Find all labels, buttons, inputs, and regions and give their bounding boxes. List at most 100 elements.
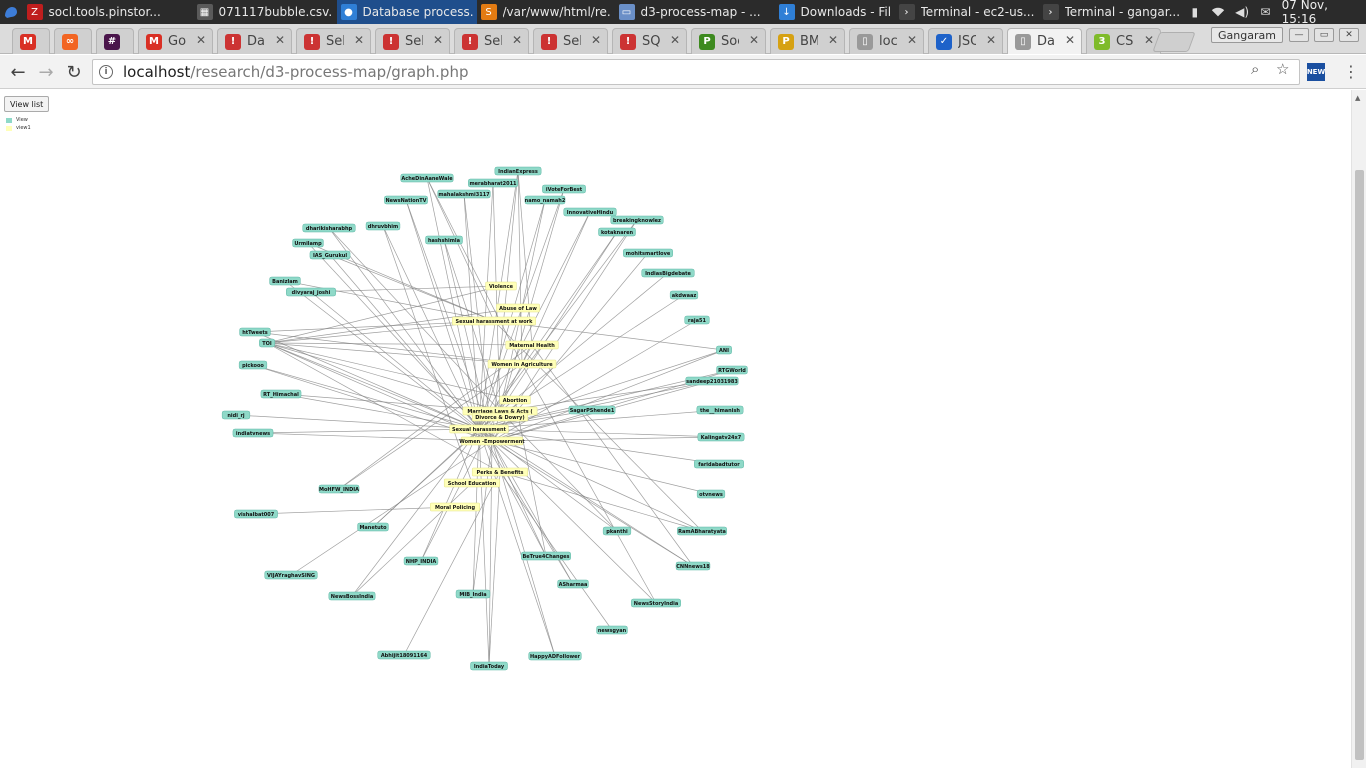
taskbar-task[interactable]: Zsocl.tools.pinstor...: [23, 0, 193, 24]
browser-tab[interactable]: ! Sel ✕: [375, 28, 450, 54]
account-node[interactable]: NewsBossIndia: [328, 591, 376, 601]
account-node[interactable]: MIB_India: [455, 589, 491, 599]
browser-tab[interactable]: ! SQ ✕: [612, 28, 687, 54]
bookmark-star-icon[interactable]: ☆: [1276, 60, 1289, 78]
account-node[interactable]: BeTrue4Changes: [521, 551, 571, 561]
account-node[interactable]: divyaraj_joshi: [286, 287, 336, 297]
account-node[interactable]: AcheDinAaneWale: [400, 173, 454, 183]
account-node[interactable]: iVoteForBest: [542, 184, 586, 194]
account-node[interactable]: Manetuto: [357, 522, 389, 532]
taskbar-task[interactable]: ▦ 071117bubble.csv...: [193, 0, 337, 24]
account-node[interactable]: indiatvnews: [232, 428, 274, 438]
account-node[interactable]: vishalbat007: [234, 509, 278, 519]
maximize-window-button[interactable]: ▭: [1314, 28, 1334, 42]
back-button[interactable]: ←: [8, 62, 28, 83]
close-tab-icon[interactable]: ✕: [275, 33, 285, 47]
account-node[interactable]: sandeep21031983: [685, 376, 739, 386]
topic-node[interactable]: Violence: [485, 281, 517, 291]
account-node[interactable]: RT_Himachal: [260, 389, 302, 399]
app-launcher-icon[interactable]: [0, 0, 23, 24]
mail-icon[interactable]: ✉: [1259, 5, 1272, 19]
account-node[interactable]: HappyADFollower: [528, 651, 582, 661]
account-node[interactable]: akdwaaz: [669, 290, 699, 300]
clock[interactable]: 07 Nov, 15:16: [1282, 0, 1358, 26]
browser-tab[interactable]: ! Da ✕: [217, 28, 292, 54]
browser-tab[interactable]: ∞: [54, 28, 92, 54]
forward-button[interactable]: →: [36, 62, 56, 83]
account-node[interactable]: NewsNationTV: [384, 195, 428, 205]
account-node[interactable]: InnovativeHindu: [563, 207, 617, 217]
account-node[interactable]: VIJAYraghavSING: [264, 570, 318, 580]
account-node[interactable]: mohitsmartlove: [623, 248, 673, 258]
extension-new-icon[interactable]: NEW: [1307, 63, 1325, 81]
close-tab-icon[interactable]: ✕: [433, 33, 443, 47]
account-node[interactable]: dharikisharabhp: [302, 223, 356, 233]
browser-tab[interactable]: ! Sel ✕: [454, 28, 529, 54]
taskbar-task[interactable]: ● Database process...: [336, 0, 477, 24]
account-node[interactable]: IAS_Gurukul: [309, 250, 351, 260]
account-node[interactable]: pkanthi: [602, 526, 632, 536]
account-node[interactable]: NHP_INDIA: [403, 556, 439, 566]
topic-node[interactable]: Sexual harassment at work: [452, 316, 536, 326]
account-node[interactable]: Abhijit18091164: [377, 650, 431, 660]
topic-node[interactable]: Perks & Benefits: [471, 467, 529, 477]
close-tab-icon[interactable]: ✕: [986, 33, 996, 47]
close-tab-icon[interactable]: ✕: [1144, 33, 1154, 47]
account-node[interactable]: raja51: [684, 315, 710, 325]
browser-tab[interactable]: ! Sel ✕: [296, 28, 371, 54]
taskbar-task[interactable]: › Terminal - gangar...: [1039, 0, 1189, 24]
topic-node[interactable]: Abortion: [499, 395, 531, 405]
account-node[interactable]: Kalingatv24x7: [697, 432, 745, 442]
browser-tab[interactable]: ▯ Da ✕: [1007, 28, 1082, 54]
account-node[interactable]: mahalakshmi3117: [437, 189, 491, 199]
close-tab-icon[interactable]: ✕: [591, 33, 601, 47]
battery-icon[interactable]: ▮: [1189, 5, 1202, 19]
browser-tab[interactable]: M: [12, 28, 50, 54]
account-node[interactable]: ASharmaa: [557, 579, 589, 589]
close-tab-icon[interactable]: ✕: [354, 33, 364, 47]
taskbar-task[interactable]: S/var/www/html/re...: [477, 0, 615, 24]
account-node[interactable]: htTweets: [239, 327, 271, 337]
close-tab-icon[interactable]: ✕: [749, 33, 759, 47]
topic-node[interactable]: Divorce & Dowry): [471, 412, 529, 422]
browser-tab[interactable]: M Go ✕: [138, 28, 213, 54]
browser-tab[interactable]: P BM ✕: [770, 28, 845, 54]
account-node[interactable]: TOI: [259, 338, 275, 348]
reload-button[interactable]: ↻: [64, 62, 84, 83]
taskbar-task[interactable]: › Terminal - ec2-us...: [895, 0, 1039, 24]
taskbar-task[interactable]: ↓ Downloads - File ...: [775, 0, 895, 24]
account-node[interactable]: namo_namah2: [525, 195, 566, 205]
volume-icon[interactable]: ◀): [1235, 5, 1249, 19]
scroll-up-icon[interactable]: ▲: [1355, 94, 1360, 102]
browser-tab[interactable]: P Soc ✕: [691, 28, 766, 54]
close-tab-icon[interactable]: ✕: [828, 33, 838, 47]
taskbar-task[interactable]: ▭ d3-process-map - ...: [615, 0, 775, 24]
account-node[interactable]: IndiasBigdebate: [641, 268, 695, 278]
account-node[interactable]: nidi_rj: [221, 410, 251, 420]
account-node[interactable]: newsgyan: [596, 625, 628, 635]
account-node[interactable]: the__himanish: [696, 405, 744, 415]
account-node[interactable]: RTGWorld: [716, 365, 748, 375]
page-scrollbar[interactable]: ▲: [1351, 90, 1366, 768]
account-node[interactable]: merabharat2011: [468, 178, 518, 188]
minimize-window-button[interactable]: —: [1289, 28, 1309, 42]
account-node[interactable]: hashshimla: [425, 235, 463, 245]
new-tab-button[interactable]: [1152, 32, 1196, 52]
topic-node[interactable]: Moral Policing: [430, 502, 480, 512]
account-node[interactable]: IndianExpress: [494, 166, 542, 176]
close-window-button[interactable]: ✕: [1339, 28, 1359, 42]
browser-tab[interactable]: ! Sel ✕: [533, 28, 608, 54]
account-node[interactable]: CNNnews18: [675, 561, 710, 571]
account-node[interactable]: otvnews: [696, 489, 726, 499]
browser-tab[interactable]: ✓ JSO ✕: [928, 28, 1003, 54]
account-node[interactable]: Banizlam: [269, 276, 301, 286]
scrollbar-thumb[interactable]: [1355, 170, 1364, 760]
close-tab-icon[interactable]: ✕: [907, 33, 917, 47]
profile-button[interactable]: Gangaram: [1211, 27, 1283, 43]
account-node[interactable]: Urmilamp: [292, 238, 324, 248]
close-tab-icon[interactable]: ✕: [670, 33, 680, 47]
topic-node[interactable]: School Education: [443, 478, 501, 488]
account-node[interactable]: IndiaToday: [470, 661, 508, 671]
account-node[interactable]: RamABharatyata: [677, 526, 727, 536]
address-bar[interactable]: i localhost/research/d3-process-map/grap…: [92, 59, 1300, 85]
